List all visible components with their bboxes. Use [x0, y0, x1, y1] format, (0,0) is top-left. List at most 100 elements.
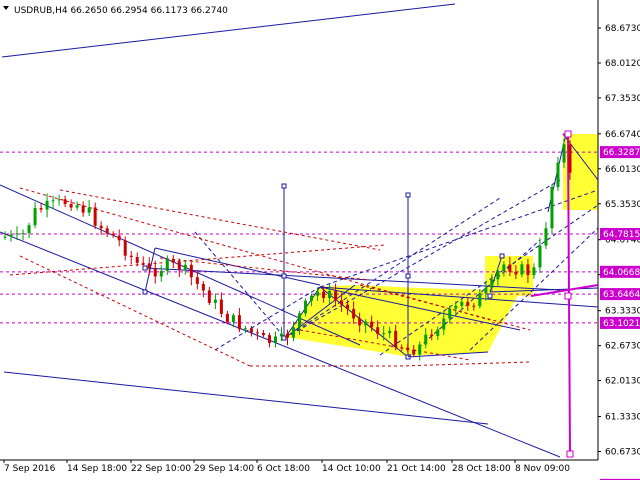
level-label-3: 63.6464 [603, 290, 640, 300]
candle-body-78 [472, 305, 476, 307]
candle-body-68 [412, 350, 416, 355]
candle-body-44 [267, 335, 271, 343]
candle-body-55 [334, 291, 338, 301]
candle-body-88 [532, 267, 536, 276]
chart-title: USDRUB,H4 66.2650 66.2954 66.1173 66.274… [14, 6, 228, 16]
chart-root: 68.6730 68.0120 67.3530 66.6740 66.0130 65.35… [0, 0, 640, 485]
level-label-4: 63.1021 [603, 319, 640, 329]
level-label-0: 66.3287 [603, 148, 640, 158]
forecast-end-marker [566, 450, 574, 458]
candle-body-32 [195, 277, 199, 284]
y-tick-label-11: 61.3330 [605, 413, 640, 423]
candle-body-59 [358, 318, 362, 326]
candle-body-49 [298, 313, 302, 328]
y-tick-label-8: 63.3330 [605, 307, 640, 317]
candle-body-5 [33, 208, 37, 226]
forecast-start-marker [564, 130, 572, 138]
candle-body-35 [213, 299, 217, 303]
candle-body-65 [394, 330, 398, 348]
x-tick-label-4: 6 Oct 18:00 [257, 464, 310, 474]
y-tick-label-2: 67.3530 [605, 94, 640, 104]
candle-body-0 [3, 236, 7, 238]
candle-body-9 [57, 199, 61, 201]
candle-body-75 [454, 305, 458, 309]
chart-svg: 68.6730 68.0120 67.3530 66.6740 66.0130 65.35… [0, 0, 640, 485]
candle-body-8 [51, 200, 55, 202]
candle-body-2 [15, 233, 19, 235]
x-tick-label-6: 21 Oct 14:00 [387, 464, 446, 474]
candle-body-64 [388, 330, 392, 334]
y-tick-label-5: 65.3530 [605, 200, 640, 210]
candle-body-54 [328, 291, 332, 299]
candle-body-26 [159, 270, 163, 277]
candle-body-56 [340, 300, 344, 305]
candle-body-43 [261, 333, 265, 336]
x-tick-label-8: 8 Nov 09:00 [515, 464, 570, 474]
y-tick-label-9: 62.6730 [605, 342, 640, 352]
level-label-2: 64.0668 [603, 268, 640, 278]
candle-body-42 [255, 332, 259, 334]
candle-body-57 [346, 304, 350, 309]
candle-body-4 [27, 225, 31, 234]
candle-body-66 [400, 347, 404, 349]
candle-body-3 [21, 233, 25, 235]
candle-body-13 [81, 205, 85, 213]
candle-body-31 [189, 264, 193, 278]
x-tick-label-1: 14 Sep 18:00 [67, 464, 127, 474]
candle-body-80 [484, 287, 488, 294]
y-tick-label-10: 62.0130 [605, 377, 640, 387]
x-tick-label-3: 29 Sep 14:00 [194, 464, 254, 474]
candle-body-85 [514, 271, 518, 275]
candle-body-20 [123, 240, 127, 256]
candle-body-53 [322, 291, 326, 299]
x-tick-label-2: 22 Sep 10:00 [131, 464, 191, 474]
candle-body-16 [99, 225, 103, 229]
candle-body-34 [207, 290, 211, 303]
candle-body-14 [87, 207, 91, 213]
anchor-marker-7 [142, 289, 148, 295]
candle-body-33 [201, 283, 205, 291]
candle-body-18 [111, 233, 115, 236]
y-tick-label-1: 68.0120 [605, 59, 640, 69]
x-tick-label-7: 28 Oct 18:00 [452, 464, 511, 474]
candle-body-84 [508, 264, 512, 272]
candle-body-71 [430, 334, 434, 337]
candle-body-10 [63, 199, 67, 205]
candle-body-47 [286, 333, 289, 338]
candle-body-58 [352, 308, 356, 319]
candle-body-69 [418, 344, 422, 355]
forecast-mid-marker [564, 292, 572, 300]
y-tick-label-12: 60.6730 [605, 448, 640, 458]
candle-body-79 [478, 293, 482, 307]
candle-body-91 [550, 187, 554, 229]
candle-body-37 [225, 313, 229, 323]
candle-body-52 [316, 291, 320, 296]
candle-body-24 [147, 263, 151, 269]
anchor-marker-1 [405, 192, 411, 198]
candle-body-39 [237, 315, 241, 330]
candle-body-19 [117, 235, 121, 241]
candle-body-17 [105, 228, 109, 234]
candle-body-60 [364, 321, 368, 326]
candle-body-76 [460, 301, 464, 306]
candle-body-38 [231, 315, 235, 323]
y-tick-label-3: 66.6740 [605, 130, 640, 140]
anchor-marker-0 [281, 183, 287, 189]
candle-body-73 [442, 318, 446, 330]
candle-body-40 [243, 328, 247, 330]
anchor-marker-2 [281, 273, 287, 279]
candle-body-22 [135, 257, 139, 263]
candle-body-11 [69, 204, 73, 208]
candle-body-83 [502, 264, 506, 271]
candle-body-1 [9, 234, 13, 237]
candle-body-87 [526, 264, 530, 276]
candle-body-61 [370, 321, 374, 328]
candle-body-62 [376, 327, 380, 334]
candle-body-25 [153, 268, 157, 277]
candle-body-72 [436, 329, 440, 337]
candle-body-29 [177, 262, 181, 270]
anchor-marker-8 [487, 293, 493, 299]
candle-body-74 [448, 308, 452, 319]
candle-body-70 [424, 334, 428, 345]
candle-body-50 [304, 300, 308, 314]
